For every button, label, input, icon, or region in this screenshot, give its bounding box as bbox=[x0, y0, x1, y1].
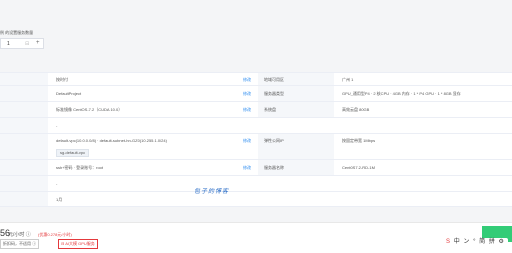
discount-code-button[interactable]: 折扣码，不适用 ⓘ bbox=[0, 239, 40, 249]
system-disk-label: 系统盘 bbox=[264, 107, 276, 112]
security-group-tag: sg-default-vpc bbox=[56, 149, 90, 157]
instance-type-value: GPU_通用型P4 · 2 核CPU · 4GB 内存 · 1 * P4 GPU… bbox=[342, 91, 461, 96]
system-disk-value: 高效云盘 80GB bbox=[342, 107, 370, 112]
region-label: 地域可用区 bbox=[264, 77, 284, 82]
table-row: ssh+密码 · 登录账号：root 修改 服务器名称 Cent0S7.2-RD… bbox=[0, 160, 512, 176]
project-value: DefaultProject bbox=[56, 91, 82, 96]
table-row: default-vpc(10.0.0.0/8) · default-subnet… bbox=[0, 134, 512, 160]
tag-value: - bbox=[56, 181, 58, 186]
ime-lang[interactable]: 中 bbox=[454, 239, 460, 245]
row-label-cell bbox=[0, 160, 48, 175]
row-label-cell bbox=[0, 86, 48, 101]
edit-link[interactable]: 修改 bbox=[243, 77, 251, 83]
edit-link[interactable]: 修改 bbox=[243, 91, 251, 97]
billing-mode-value: 按时付 bbox=[56, 77, 68, 82]
ime-punct[interactable]: ° bbox=[473, 239, 475, 245]
table-row: - bbox=[0, 118, 512, 134]
config-summary-table: 按时付 修改 地域可用区 广州 1 DefaultProject 修改 服务器类… bbox=[0, 72, 512, 207]
table-row: 1月 bbox=[0, 192, 512, 207]
table-row: 标准镜像 CentOS-7.2（CUDA 10.0） 修改 系统盘 高效云盘 8… bbox=[0, 102, 512, 118]
settings-icon[interactable]: ⚙ bbox=[499, 239, 504, 245]
ime-toolbar[interactable]: S 中 ン ° 简 拼 ⚙ bbox=[444, 238, 508, 247]
ime-pinyin[interactable]: 拼 bbox=[489, 239, 495, 245]
config-area bbox=[0, 0, 512, 60]
row-label-cell bbox=[0, 118, 48, 133]
data-disk-value: - bbox=[56, 123, 58, 128]
quantity-value[interactable]: 1 bbox=[7, 41, 10, 47]
duration-value: 1月 bbox=[56, 197, 63, 202]
quantity-label: 例 的设置服务数量 bbox=[0, 30, 34, 35]
edit-link[interactable]: 修改 bbox=[243, 138, 251, 144]
ime-moon-icon[interactable]: ン bbox=[463, 239, 469, 245]
promo-badge[interactable]: ⊟ AI大模 GPU服务 bbox=[58, 239, 98, 249]
edit-link[interactable]: 修改 bbox=[243, 165, 251, 171]
quantity-stepper[interactable]: 1 ⊟ + bbox=[0, 38, 44, 49]
price-discount-note: (优惠0.278元/小时) bbox=[38, 232, 72, 237]
login-value: ssh+密码 · 登录账号：root bbox=[56, 165, 104, 170]
row-label-cell bbox=[0, 73, 48, 85]
table-row: 按时付 修改 地域可用区 广州 1 bbox=[0, 73, 512, 86]
row-label-cell bbox=[0, 102, 48, 117]
edit-link[interactable]: 修改 bbox=[243, 107, 251, 113]
instance-type-label: 服务器类型 bbox=[264, 91, 284, 96]
table-row: DefaultProject 修改 服务器类型 GPU_通用型P4 · 2 核C… bbox=[0, 86, 512, 102]
row-label-cell bbox=[0, 134, 48, 159]
increment-button[interactable]: + bbox=[36, 40, 40, 46]
blog-watermark: 包子的博客 bbox=[194, 189, 230, 195]
price-unit: 元/小时 ⓘ bbox=[8, 232, 31, 238]
ime-simplified[interactable]: 简 bbox=[479, 239, 485, 245]
decrement-button[interactable]: ⊟ bbox=[25, 41, 29, 47]
network-value: default-vpc(10.0.0.0/8) · default-subnet… bbox=[56, 138, 167, 143]
row-label-cell bbox=[0, 192, 48, 206]
public-ip-label: 弹性公网IP bbox=[264, 138, 284, 143]
table-row: - bbox=[0, 176, 512, 192]
server-name-label: 服务器名称 bbox=[264, 165, 284, 170]
image-value: 标准镜像 CentOS-7.2（CUDA 10.0） bbox=[56, 107, 123, 112]
region-value: 广州 1 bbox=[342, 77, 354, 82]
server-name-value: Cent0S7.2-RD-1M bbox=[342, 165, 375, 170]
public-ip-value: 按固定带宽 1Mbps bbox=[342, 138, 376, 143]
ime-logo-icon[interactable]: S bbox=[446, 239, 450, 245]
row-label-cell bbox=[0, 176, 48, 191]
